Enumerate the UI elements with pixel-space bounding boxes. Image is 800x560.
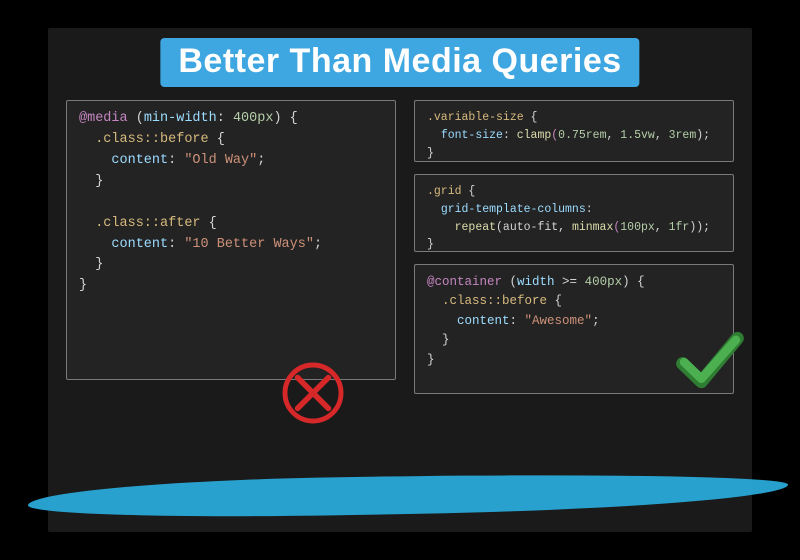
code-box-clamp: .variable-size { font-size: clamp(0.75re… (414, 100, 734, 162)
decorative-brush-stroke (28, 469, 788, 520)
slide-canvas: Better Than Media Queries @media (min-wi… (48, 28, 752, 532)
code-box-grid: .grid { grid-template-columns: repeat(au… (414, 174, 734, 252)
code-box-media-query-old: @media (min-width: 400px) { .class::befo… (66, 100, 396, 380)
checkmark-icon (674, 324, 746, 396)
cross-out-icon (278, 358, 348, 428)
code-keyword: @media (79, 111, 128, 126)
slide-title: Better Than Media Queries (160, 38, 639, 87)
